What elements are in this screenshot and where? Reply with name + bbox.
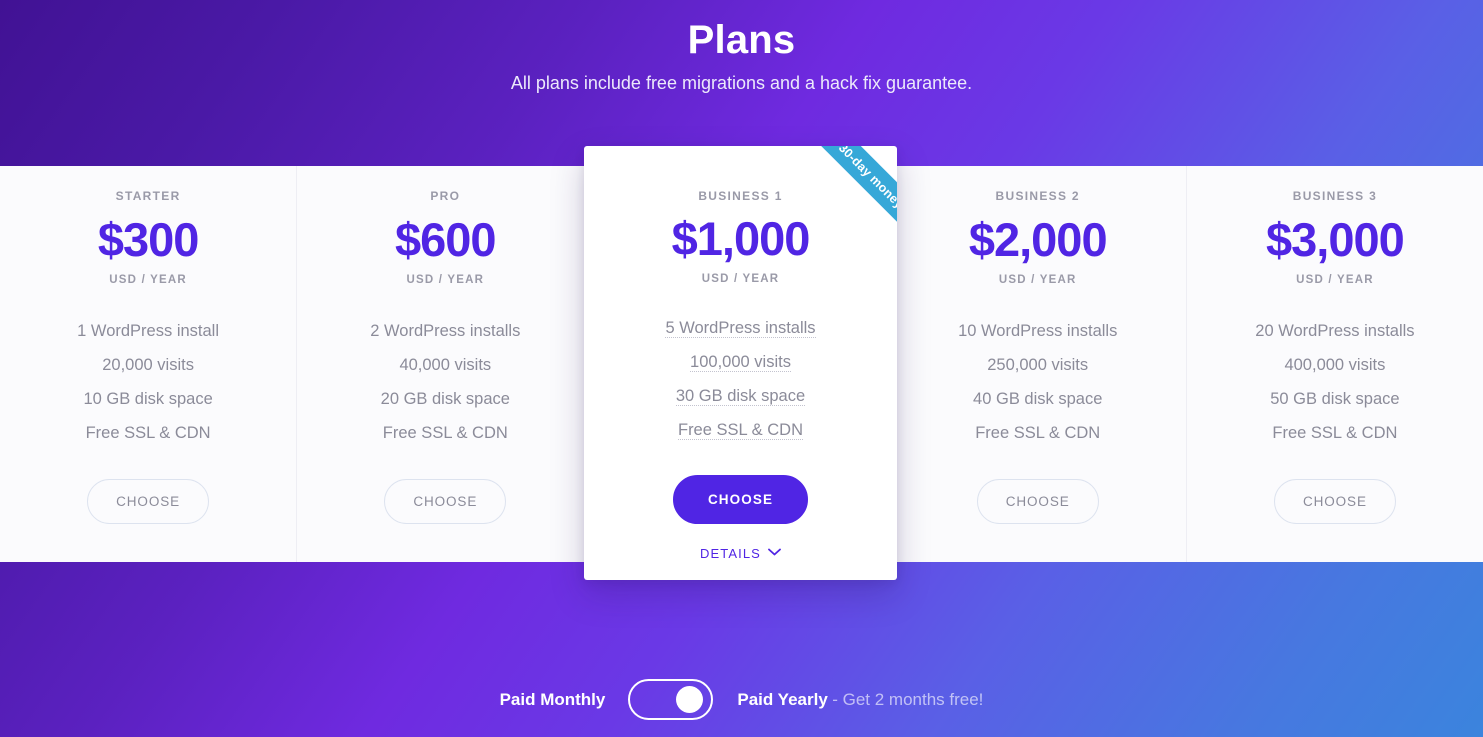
- plan-card-starter[interactable]: STARTER $300 USD / YEAR 1 WordPress inst…: [0, 166, 297, 562]
- feature-hint[interactable]: 30 GB disk space: [675, 387, 806, 406]
- billing-yearly-note: - Get 2 months free!: [832, 689, 984, 709]
- choose-button[interactable]: CHOOSE: [1273, 479, 1396, 524]
- feature-item: 40 GB disk space: [973, 390, 1103, 408]
- plan-period: USD / YEAR: [406, 274, 485, 286]
- feature-item: 250,000 visits: [987, 356, 1089, 374]
- page-header: Plans All plans include free migrations …: [0, 0, 1483, 166]
- feature-item: 400,000 visits: [1284, 356, 1386, 374]
- billing-yearly-group: Paid Yearly - Get 2 months free!: [737, 690, 983, 710]
- plan-card-business-3[interactable]: BUSINESS 3 $3,000 USD / YEAR 20 WordPres…: [1185, 166, 1483, 562]
- plan-price: $1,000: [671, 212, 811, 265]
- feature-hint[interactable]: 5 WordPress installs: [665, 319, 816, 338]
- plan-price: $3,000: [1266, 213, 1405, 266]
- plan-period: USD / YEAR: [998, 274, 1077, 286]
- plan-features: 2 WordPress installs 40,000 visits 20 GB…: [297, 286, 593, 450]
- plan-price: $2,000: [968, 213, 1108, 266]
- plan-card-business-2[interactable]: BUSINESS 2 $2,000 USD / YEAR 10 WordPres…: [889, 166, 1186, 562]
- feature-item: 10 WordPress installs: [958, 322, 1118, 340]
- plan-name: STARTER: [115, 189, 181, 203]
- plan-name: BUSINESS 2: [995, 189, 1080, 203]
- details-label: DETAILS: [700, 546, 761, 561]
- feature-item: 5 WordPress installs: [584, 311, 897, 345]
- plan-card-pro[interactable]: PRO $600 USD / YEAR 2 WordPress installs…: [296, 166, 594, 562]
- billing-monthly-label[interactable]: Paid Monthly: [500, 690, 606, 710]
- feature-item: 1 WordPress install: [77, 322, 220, 340]
- feature-item: Free SSL & CDN: [584, 413, 897, 447]
- billing-toggle-bar: Paid Monthly Paid Yearly - Get 2 months …: [0, 662, 1483, 737]
- plan-period: USD / YEAR: [1296, 274, 1374, 286]
- feature-item: 50 GB disk space: [1270, 390, 1400, 408]
- feature-item: 40,000 visits: [399, 356, 492, 374]
- choose-button[interactable]: CHOOSE: [672, 475, 809, 524]
- plan-period: USD / YEAR: [701, 273, 780, 285]
- feature-hint[interactable]: 100,000 visits: [690, 353, 791, 372]
- toggle-knob: [676, 686, 704, 713]
- feature-item: 20 GB disk space: [380, 390, 510, 408]
- plan-price: $300: [97, 213, 200, 266]
- plan-features: 5 WordPress installs 100,000 visits 30 G…: [584, 285, 897, 447]
- plan-card-business-1[interactable]: 30-day money-back BUSINESS 1 $1,000 USD …: [584, 146, 897, 580]
- plan-period: USD / YEAR: [109, 274, 187, 286]
- feature-item: Free SSL & CDN: [85, 424, 211, 442]
- feature-item: Free SSL & CDN: [975, 424, 1101, 442]
- plan-features: 20 WordPress installs 400,000 visits 50 …: [1187, 286, 1483, 450]
- page-title: Plans: [687, 18, 796, 62]
- feature-item: Free SSL & CDN: [382, 424, 508, 442]
- chevron-down-icon: [768, 544, 781, 559]
- page-subtitle: All plans include free migrations and a …: [510, 73, 973, 93]
- feature-item: 2 WordPress installs: [370, 322, 521, 340]
- billing-yearly-label[interactable]: Paid Yearly: [737, 690, 827, 709]
- plan-features: 1 WordPress install 20,000 visits 10 GB …: [0, 286, 296, 450]
- feature-hint[interactable]: Free SSL & CDN: [677, 421, 803, 440]
- choose-button[interactable]: CHOOSE: [384, 479, 507, 524]
- pricing-page: Plans All plans include free migrations …: [0, 0, 1483, 737]
- details-link[interactable]: DETAILS: [584, 544, 897, 561]
- billing-period-toggle[interactable]: [628, 679, 714, 720]
- plan-price: $600: [395, 213, 497, 266]
- plan-features: 10 WordPress installs 250,000 visits 40 …: [890, 286, 1186, 450]
- choose-button[interactable]: CHOOSE: [976, 479, 1099, 524]
- feature-item: 100,000 visits: [584, 345, 897, 379]
- feature-item: 30 GB disk space: [584, 379, 897, 413]
- feature-item: Free SSL & CDN: [1272, 424, 1398, 442]
- plan-name: BUSINESS 1: [698, 189, 783, 203]
- feature-item: 20 WordPress installs: [1255, 322, 1415, 340]
- feature-item: 10 GB disk space: [83, 390, 213, 408]
- plan-name: PRO: [430, 189, 461, 203]
- plan-name: BUSINESS 3: [1292, 189, 1378, 203]
- feature-item: 20,000 visits: [102, 356, 194, 374]
- choose-button[interactable]: CHOOSE: [87, 479, 210, 524]
